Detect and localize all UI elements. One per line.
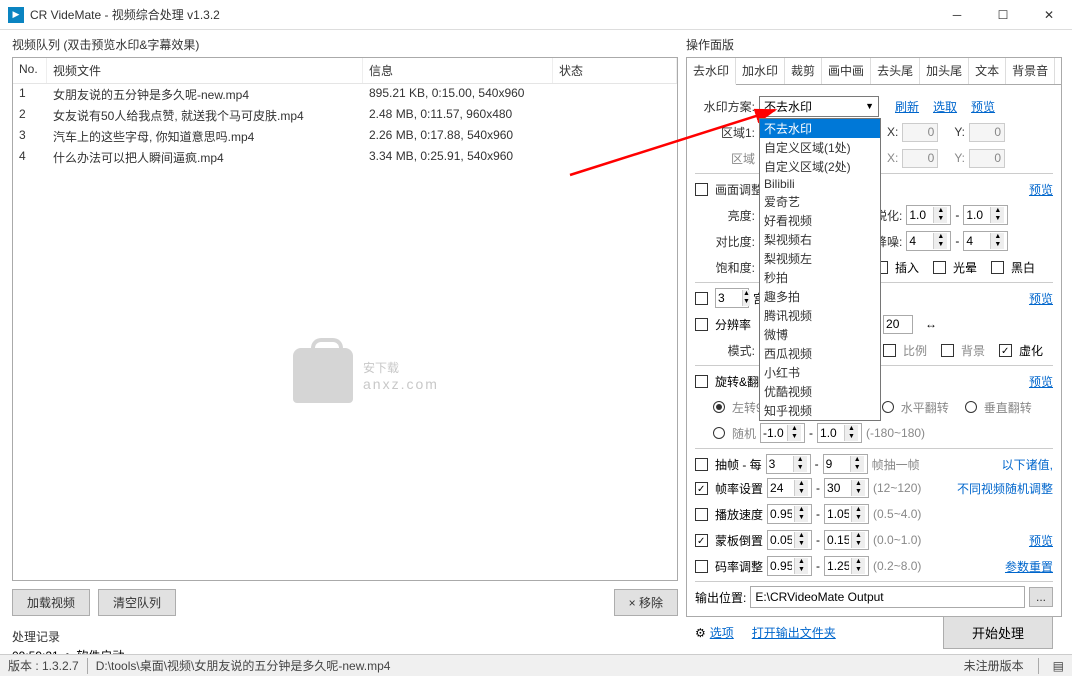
video-list: No. 视频文件 信息 状态 1女朋友说的五分钟是多久呢-new.mp4895.… [12, 57, 678, 581]
preview-link[interactable]: 预览 [971, 98, 995, 115]
menu-icon[interactable]: ▤ [1053, 659, 1064, 673]
adjust-preview[interactable]: 预览 [1029, 181, 1053, 198]
reset-params[interactable]: 参数重置 [1005, 558, 1053, 575]
dd-option[interactable]: 腾讯视频 [760, 306, 880, 325]
app-icon: ▶ [8, 7, 24, 23]
open-output-link[interactable]: 打开输出文件夹 [752, 624, 836, 641]
status-path: D:\tools\桌面\视频\女朋友说的五分钟是多久呢-new.mp4 [96, 657, 391, 674]
version-text: 版本 : 1.3.2.7 [8, 657, 79, 674]
maximize-button[interactable]: ☐ [980, 0, 1026, 30]
zone1-x[interactable] [902, 123, 938, 142]
tab-5[interactable]: 加头尾 [920, 58, 969, 84]
unregistered-text: 未注册版本 [964, 657, 1024, 674]
dd-option[interactable]: 梨视频左 [760, 249, 880, 268]
dd-option[interactable]: 知乎视频 [760, 401, 880, 420]
tab-4[interactable]: 去头尾 [871, 58, 920, 84]
dd-option[interactable]: 秒拍 [760, 268, 880, 287]
clear-queue-button[interactable]: 清空队列 [98, 589, 176, 616]
dd-option[interactable]: 自定义区域(1处) [760, 138, 880, 157]
tab-2[interactable]: 裁剪 [785, 58, 822, 84]
close-button[interactable]: ✕ [1026, 0, 1072, 30]
zone2-x [902, 149, 938, 168]
tab-3[interactable]: 画中画 [822, 58, 871, 84]
minimize-button[interactable]: ─ [934, 0, 980, 30]
tab-7[interactable]: 背景音 [1006, 58, 1055, 84]
remove-button[interactable]: × 移除 [614, 589, 678, 616]
col-file[interactable]: 视频文件 [47, 58, 363, 83]
table-row[interactable]: 1女朋友说的五分钟是多久呢-new.mp4895.21 KB, 0:15.00,… [13, 84, 677, 105]
tab-6[interactable]: 文本 [969, 58, 1006, 84]
scheme-label: 水印方案: [695, 98, 755, 115]
dd-option[interactable]: Bilibili [760, 176, 880, 192]
scheme-dropdown-list[interactable]: 不去水印自定义区域(1处)自定义区域(2处)Bilibili爱奇艺好看视频梨视频… [759, 118, 881, 421]
dd-option[interactable]: 爱奇艺 [760, 192, 880, 211]
gear-icon: ⚙ [695, 626, 706, 640]
col-status[interactable]: 状态 [553, 58, 677, 83]
dd-option[interactable]: 优酷视频 [760, 382, 880, 401]
watermark-logo: 安下载anxz.com [293, 348, 439, 403]
dd-option[interactable]: 小红书 [760, 363, 880, 382]
dd-option[interactable]: 趣多拍 [760, 287, 880, 306]
scheme-dropdown[interactable]: 不去水印▼ 不去水印自定义区域(1处)自定义区域(2处)Bilibili爱奇艺好… [759, 96, 879, 117]
table-row[interactable]: 4什么办法可以把人瞬间逼疯.mp43.34 MB, 0:25.91, 540x9… [13, 147, 677, 168]
refresh-link[interactable]: 刷新 [895, 98, 919, 115]
statusbar: 版本 : 1.3.2.7 D:\tools\桌面\视频\女朋友说的五分钟是多久呢… [0, 654, 1072, 676]
options-link[interactable]: 选项 [710, 624, 734, 641]
adjust-check[interactable] [695, 183, 708, 196]
tab-bar: 去水印加水印裁剪画中画去头尾加头尾文本背景音 [687, 58, 1061, 85]
browse-button[interactable]: ... [1029, 587, 1053, 607]
dd-option[interactable]: 自定义区域(2处) [760, 157, 880, 176]
dd-option[interactable]: 梨视频右 [760, 230, 880, 249]
queue-label: 视频队列 (双击预览水印&字幕效果) [12, 34, 678, 55]
titlebar: ▶ CR VideMate - 视频综合处理 v1.3.2 ─ ☐ ✕ [0, 0, 1072, 30]
table-row[interactable]: 2女友说有50人给我点赞, 就送我个马可皮肤.mp42.48 MB, 0:11.… [13, 105, 677, 126]
dd-option[interactable]: 微博 [760, 325, 880, 344]
window-title: CR VideMate - 视频综合处理 v1.3.2 [30, 6, 934, 23]
start-button[interactable]: 开始处理 [943, 616, 1053, 649]
add-video-button[interactable]: 加载视频 [12, 589, 90, 616]
select-link[interactable]: 选取 [933, 98, 957, 115]
dd-option[interactable]: 好看视频 [760, 211, 880, 230]
dd-option[interactable]: 西瓜视频 [760, 344, 880, 363]
zone1-y[interactable] [969, 123, 1005, 142]
zone2-y [969, 149, 1005, 168]
zone2-label: 区域 [695, 150, 755, 167]
col-no[interactable]: No. [13, 58, 47, 83]
panel-label: 操作面版 [686, 34, 1062, 55]
res-check[interactable] [695, 318, 708, 331]
zone1-label: 区域1: [695, 124, 755, 141]
tab-0[interactable]: 去水印 [687, 58, 736, 85]
grid-check[interactable] [695, 292, 708, 305]
dd-option[interactable]: 不去水印 [760, 119, 880, 138]
rotate-check[interactable] [695, 375, 708, 388]
table-row[interactable]: 3汽车上的这些字母, 你知道意思吗.mp42.26 MB, 0:17.88, 5… [13, 126, 677, 147]
output-path[interactable] [750, 586, 1025, 608]
tab-1[interactable]: 加水印 [736, 58, 785, 84]
col-info[interactable]: 信息 [363, 58, 553, 83]
